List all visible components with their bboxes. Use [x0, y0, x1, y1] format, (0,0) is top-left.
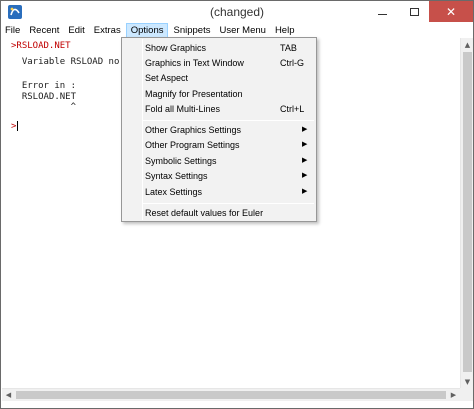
output-line: Variable RSLOAD no: [11, 57, 120, 67]
output-line: Error in :: [11, 81, 77, 91]
minimize-icon: [377, 14, 387, 15]
menu-item-label: Show Graphics: [145, 43, 207, 53]
menu-item-label: Syntax Settings: [145, 171, 208, 181]
menu-item-other-graphics-settings[interactable]: Other Graphics Settings ▶: [122, 123, 316, 138]
options-dropdown-menu: Show Graphics TAB Graphics in Text Windo…: [121, 37, 317, 222]
vertical-scroll-thumb[interactable]: [463, 52, 472, 372]
text-cursor: [17, 121, 19, 131]
menu-item-label: Magnify for Presentation: [145, 89, 243, 99]
vertical-scrollbar[interactable]: ▲ ▼: [460, 38, 473, 388]
app-window: (changed) ✕ File Recent Edit Extras Opti…: [0, 0, 474, 409]
menu-item-label: Set Aspect: [145, 73, 189, 83]
menu-item-syntax-settings[interactable]: Syntax Settings ▶: [122, 169, 316, 184]
close-icon: ✕: [445, 4, 457, 19]
submenu-arrow-icon: ▶: [302, 188, 308, 195]
menu-item-label: Other Graphics Settings: [145, 125, 242, 135]
close-button[interactable]: ✕: [429, 1, 473, 22]
prompt-symbol: >: [11, 121, 17, 132]
menu-item-reset-default-values[interactable]: Reset default values for Euler: [122, 206, 316, 221]
menu-item-magnify-for-presentation[interactable]: Magnify for Presentation: [122, 87, 316, 102]
menu-user-menu[interactable]: User Menu: [215, 23, 269, 38]
submenu-arrow-icon: ▶: [302, 126, 308, 133]
menu-item-fold-all-multi-lines[interactable]: Fold all Multi-Lines Ctrl+L: [122, 102, 316, 117]
menu-item-label: Reset default values for Euler: [145, 208, 264, 218]
minimize-button[interactable]: [367, 1, 397, 22]
maximize-icon: [409, 7, 419, 16]
menu-options[interactable]: Options: [125, 23, 169, 38]
menu-item-shortcut: TAB: [280, 43, 297, 53]
horizontal-scrollbar[interactable]: ◀ ▶: [2, 388, 460, 401]
menu-extras[interactable]: Extras: [90, 23, 125, 38]
menu-recent[interactable]: Recent: [25, 23, 63, 38]
menu-item-label: Other Program Settings: [145, 140, 240, 150]
command-line: >RSLOAD.NET: [11, 41, 71, 51]
menu-separator: [143, 120, 314, 121]
scroll-left-icon[interactable]: ◀: [2, 389, 15, 401]
menu-item-symbolic-settings[interactable]: Symbolic Settings ▶: [122, 154, 316, 169]
scroll-down-icon[interactable]: ▼: [461, 375, 474, 388]
menu-item-label: Graphics in Text Window: [145, 58, 244, 68]
submenu-arrow-icon: ▶: [302, 141, 308, 148]
menu-item-label: Fold all Multi-Lines: [145, 104, 221, 114]
menu-bar: File Recent Edit Extras Options Snippets…: [1, 23, 473, 38]
menu-item-graphics-in-text-window[interactable]: Graphics in Text Window Ctrl-G: [122, 56, 316, 71]
menu-separator: [143, 203, 314, 204]
menu-item-set-aspect[interactable]: Set Aspect: [122, 71, 316, 86]
menu-item-other-program-settings[interactable]: Other Program Settings ▶: [122, 138, 316, 153]
menu-file[interactable]: File: [1, 23, 24, 38]
scrollbar-corner: [460, 388, 473, 401]
menu-item-show-graphics[interactable]: Show Graphics TAB: [122, 41, 316, 56]
input-prompt[interactable]: >: [11, 121, 19, 132]
scroll-up-icon[interactable]: ▲: [461, 38, 474, 51]
menu-snippets[interactable]: Snippets: [169, 23, 214, 38]
maximize-button[interactable]: [399, 1, 429, 22]
horizontal-scroll-thumb[interactable]: [16, 391, 446, 399]
submenu-arrow-icon: ▶: [302, 172, 308, 179]
submenu-arrow-icon: ▶: [302, 157, 308, 164]
menu-help[interactable]: Help: [271, 23, 299, 38]
menu-item-label: Symbolic Settings: [145, 156, 217, 166]
output-line: ^: [11, 102, 77, 112]
menu-edit[interactable]: Edit: [64, 23, 88, 38]
menu-item-label: Latex Settings: [145, 187, 203, 197]
menu-item-shortcut: Ctrl-G: [280, 58, 304, 68]
menu-item-shortcut: Ctrl+L: [280, 104, 305, 114]
scroll-right-icon[interactable]: ▶: [447, 389, 460, 401]
title-bar[interactable]: (changed) ✕: [1, 1, 473, 23]
menu-item-latex-settings[interactable]: Latex Settings ▶: [122, 185, 316, 200]
